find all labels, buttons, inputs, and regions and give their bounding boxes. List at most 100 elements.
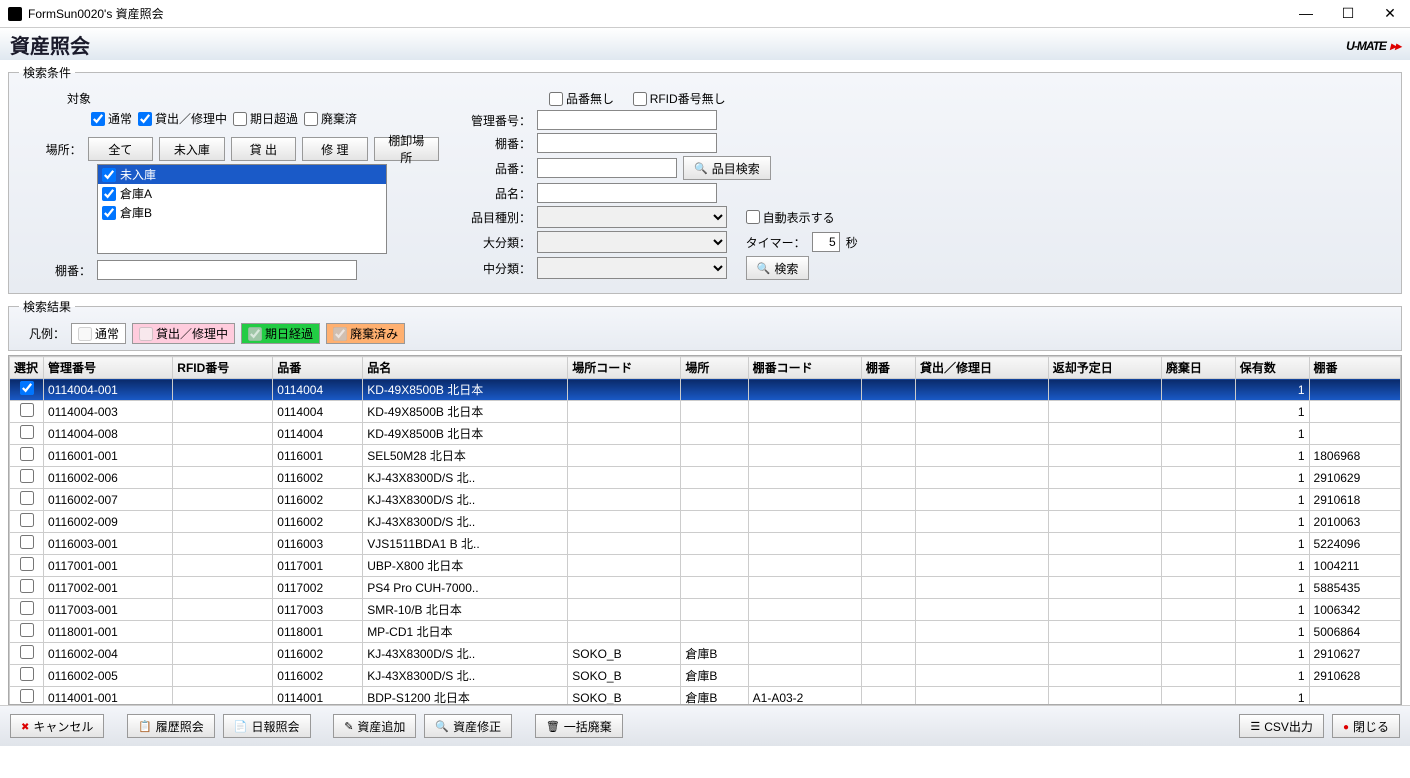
place-tab-repair[interactable]: 修 理 bbox=[302, 137, 367, 161]
csv-output-button[interactable]: CSV出力 bbox=[1239, 714, 1324, 738]
mid-cat-select[interactable] bbox=[537, 257, 727, 279]
results-table-wrap[interactable]: 選択管理番号RFID番号品番品名場所コード場所棚番コード棚番貸出／修理日返却予定… bbox=[8, 355, 1402, 705]
location-list[interactable]: 未入庫倉庫A倉庫B bbox=[97, 164, 387, 254]
major-cat-select[interactable] bbox=[537, 231, 727, 253]
cancel-button[interactable]: キャンセル bbox=[10, 714, 104, 738]
table-row[interactable]: 0116002-0040116002KJ-43X8300D/S 北..SOKO_… bbox=[10, 643, 1401, 665]
item-name-input[interactable] bbox=[537, 183, 717, 203]
table-row[interactable]: 0116002-0090116002KJ-43X8300D/S 北..12010… bbox=[10, 511, 1401, 533]
place-tab-lend[interactable]: 貸 出 bbox=[231, 137, 296, 161]
daily-report-button[interactable]: 日報照会 bbox=[223, 714, 311, 738]
timer-input[interactable] bbox=[812, 232, 840, 252]
location-item[interactable]: 倉庫B bbox=[98, 203, 386, 222]
table-row[interactable]: 0114001-0010114001BDP-S1200 北日本SOKO_B倉庫B… bbox=[10, 687, 1401, 706]
shelf-no-input[interactable] bbox=[537, 133, 717, 153]
table-row[interactable]: 0116003-0010116003VJS1511BDA1 B 北..15224… bbox=[10, 533, 1401, 555]
row-checkbox[interactable] bbox=[20, 513, 34, 527]
column-header[interactable]: 返却予定日 bbox=[1048, 357, 1161, 379]
place-tab-all[interactable]: 全て bbox=[88, 137, 153, 161]
table-row[interactable]: 0116002-0060116002KJ-43X8300D/S 北..12910… bbox=[10, 467, 1401, 489]
page-title: 資産照会 bbox=[10, 30, 1346, 59]
table-row[interactable]: 0117001-0010117001UBP-X800 北日本11004211 bbox=[10, 555, 1401, 577]
list-icon bbox=[138, 719, 152, 733]
column-header[interactable]: 棚番 bbox=[1309, 357, 1400, 379]
edit-icon bbox=[344, 719, 353, 733]
table-row[interactable]: 0117002-0010117002PS4 Pro CUH-7000..1588… bbox=[10, 577, 1401, 599]
close-window-button[interactable]: ✕ bbox=[1378, 5, 1402, 22]
table-row[interactable]: 0114004-0030114004KD-49X8500B 北日本1 bbox=[10, 401, 1401, 423]
history-button[interactable]: 履歴照会 bbox=[127, 714, 215, 738]
location-item[interactable]: 未入庫 bbox=[98, 165, 386, 184]
no-rfid-number[interactable]: RFID番号無し bbox=[633, 90, 726, 107]
bulk-discard-button[interactable]: 一括廃棄 bbox=[535, 714, 623, 738]
table-row[interactable]: 0114004-0010114004KD-49X8500B 北日本1 bbox=[10, 379, 1401, 401]
location-item[interactable]: 倉庫A bbox=[98, 184, 386, 203]
search-legend: 検索条件 bbox=[19, 64, 75, 81]
column-header[interactable]: 品名 bbox=[363, 357, 568, 379]
table-row[interactable]: 0117003-0010117003SMR-10/B 北日本11006342 bbox=[10, 599, 1401, 621]
column-header[interactable]: 管理番号 bbox=[44, 357, 173, 379]
place-tab-inventory[interactable]: 棚卸場所 bbox=[374, 137, 439, 161]
maximize-button[interactable]: ☐ bbox=[1336, 5, 1360, 22]
column-header[interactable]: 品番 bbox=[273, 357, 363, 379]
column-header[interactable]: 場所 bbox=[681, 357, 748, 379]
close-button[interactable]: 閉じる bbox=[1332, 714, 1400, 738]
stop-icon bbox=[1343, 719, 1349, 733]
column-header[interactable]: 廃棄日 bbox=[1161, 357, 1235, 379]
target-overdue[interactable]: 期日超過 bbox=[233, 110, 298, 127]
row-checkbox[interactable] bbox=[20, 425, 34, 439]
legend-normal: 通常 bbox=[71, 323, 126, 344]
column-header[interactable]: 場所コード bbox=[568, 357, 681, 379]
legend-overdue: 期日経過 bbox=[241, 323, 320, 344]
row-checkbox[interactable] bbox=[20, 601, 34, 615]
table-row[interactable]: 0116002-0050116002KJ-43X8300D/S 北..SOKO_… bbox=[10, 665, 1401, 687]
auto-display[interactable]: 自動表示する bbox=[746, 209, 835, 226]
item-type-label: 品目種別： bbox=[459, 209, 531, 226]
legend-label: 凡例： bbox=[29, 325, 65, 342]
modify-asset-button[interactable]: 資産修正 bbox=[424, 714, 512, 738]
minimize-button[interactable]: — bbox=[1294, 5, 1318, 22]
row-checkbox[interactable] bbox=[20, 645, 34, 659]
column-header[interactable]: 保有数 bbox=[1235, 357, 1309, 379]
row-checkbox[interactable] bbox=[20, 403, 34, 417]
table-row[interactable]: 0116002-0070116002KJ-43X8300D/S 北..12910… bbox=[10, 489, 1401, 511]
item-no-input[interactable] bbox=[537, 158, 677, 178]
row-checkbox[interactable] bbox=[20, 689, 34, 703]
item-type-select[interactable] bbox=[537, 206, 727, 228]
page-header: 資産照会 U-MATE ▸▸ bbox=[0, 28, 1410, 60]
column-header[interactable]: 棚番コード bbox=[748, 357, 861, 379]
column-header[interactable]: 貸出／修理日 bbox=[915, 357, 1048, 379]
column-header[interactable]: 選択 bbox=[10, 357, 44, 379]
row-checkbox[interactable] bbox=[20, 491, 34, 505]
shelf-label: 棚番： bbox=[19, 262, 91, 279]
row-checkbox[interactable] bbox=[20, 381, 34, 395]
table-row[interactable]: 0118001-0010118001MP-CD1 北日本15006864 bbox=[10, 621, 1401, 643]
row-checkbox[interactable] bbox=[20, 557, 34, 571]
item-name-label: 品名： bbox=[459, 185, 531, 202]
target-normal[interactable]: 通常 bbox=[91, 110, 132, 127]
target-label: 対象 bbox=[19, 90, 91, 107]
mgmt-no-input[interactable] bbox=[537, 110, 717, 130]
table-row[interactable]: 0116001-0010116001SEL50M28 北日本11806968 bbox=[10, 445, 1401, 467]
row-checkbox[interactable] bbox=[20, 579, 34, 593]
search-button[interactable]: 検索 bbox=[746, 256, 810, 280]
no-item-number[interactable]: 品番無し bbox=[549, 90, 614, 107]
row-checkbox[interactable] bbox=[20, 623, 34, 637]
target-discarded[interactable]: 廃棄済 bbox=[304, 110, 357, 127]
table-row[interactable]: 0114004-0080114004KD-49X8500B 北日本1 bbox=[10, 423, 1401, 445]
row-checkbox[interactable] bbox=[20, 667, 34, 681]
row-checkbox[interactable] bbox=[20, 447, 34, 461]
shelf-input[interactable] bbox=[97, 260, 357, 280]
add-asset-button[interactable]: 資産追加 bbox=[333, 714, 416, 738]
footer: キャンセル 履歴照会 日報照会 資産追加 資産修正 一括廃棄 CSV出力 閉じる bbox=[0, 705, 1410, 746]
titlebar: FormSun0020's 資産照会 — ☐ ✕ bbox=[0, 0, 1410, 28]
row-checkbox[interactable] bbox=[20, 535, 34, 549]
target-lend-repair[interactable]: 貸出／修理中 bbox=[138, 110, 227, 127]
place-label: 場所： bbox=[19, 141, 82, 158]
place-tab-unentered[interactable]: 未入庫 bbox=[159, 137, 224, 161]
column-header[interactable]: 棚番 bbox=[861, 357, 915, 379]
item-search-button[interactable]: 品目検索 bbox=[683, 156, 771, 180]
row-checkbox[interactable] bbox=[20, 469, 34, 483]
logo: U-MATE ▸▸ bbox=[1346, 34, 1400, 55]
column-header[interactable]: RFID番号 bbox=[173, 357, 273, 379]
